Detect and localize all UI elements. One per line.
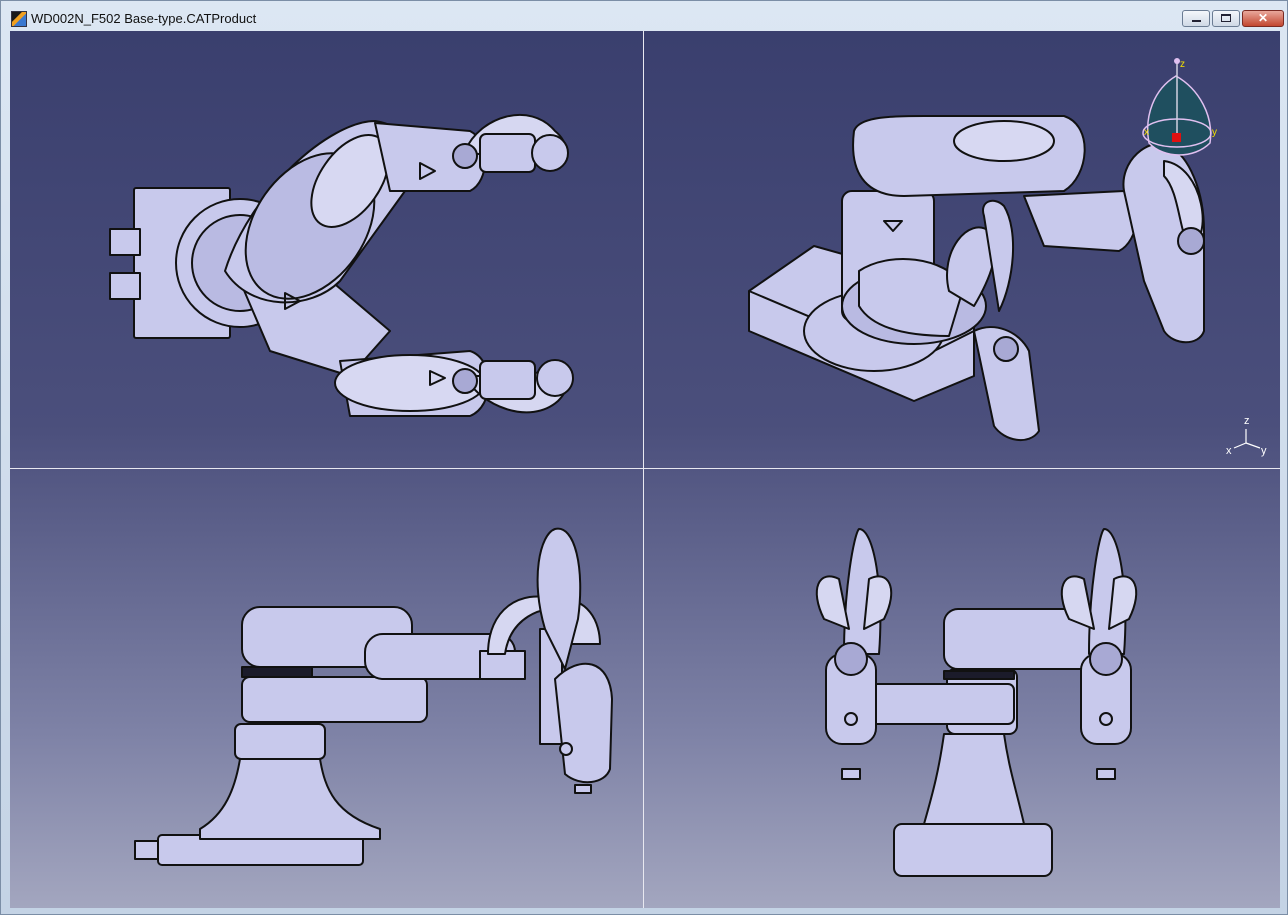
viewport-top-view[interactable] [10, 31, 643, 468]
axis-x-label: x [1226, 445, 1232, 457]
axis-z-label: z [1244, 415, 1250, 427]
navigation-compass[interactable]: z x y [1142, 58, 1217, 156]
title-bar[interactable]: WD002N_F502 Base-type.CATProduct ✕ [1, 1, 1287, 31]
3d-viewer[interactable]: z x y z x y [10, 31, 1280, 908]
axis-y-label: y [1261, 445, 1267, 457]
viewport-front-view[interactable] [10, 469, 643, 908]
maximize-button[interactable] [1212, 10, 1240, 27]
axis-triad [1233, 429, 1261, 449]
close-icon: ✕ [1257, 11, 1269, 25]
robot-isometric-drawing: z x y z x y [748, 58, 1267, 457]
viewport-right-view[interactable] [644, 469, 1280, 908]
window-title: WD002N_F502 Base-type.CATProduct [31, 11, 257, 26]
compass-z-label: z [1180, 59, 1185, 70]
viewport-divider-vertical[interactable] [643, 31, 644, 908]
catia-window: WD002N_F502 Base-type.CATProduct ✕ z x y… [0, 0, 1288, 915]
close-button[interactable]: ✕ [1242, 10, 1284, 27]
compass-y-label: y [1212, 127, 1217, 138]
restore-icon [1221, 14, 1231, 22]
robot-front-view-drawing [134, 527, 613, 866]
compass-x-label: x [1144, 127, 1149, 138]
minimize-icon [1192, 20, 1201, 22]
robot-right-view-drawing [815, 528, 1138, 877]
catia-app-icon[interactable] [11, 11, 27, 27]
viewport-isometric-view[interactable]: z x y z x y [644, 31, 1280, 468]
robot-top-view-drawing [109, 114, 574, 417]
minimize-button[interactable] [1182, 10, 1210, 27]
viewport-divider-horizontal[interactable] [10, 468, 1280, 469]
